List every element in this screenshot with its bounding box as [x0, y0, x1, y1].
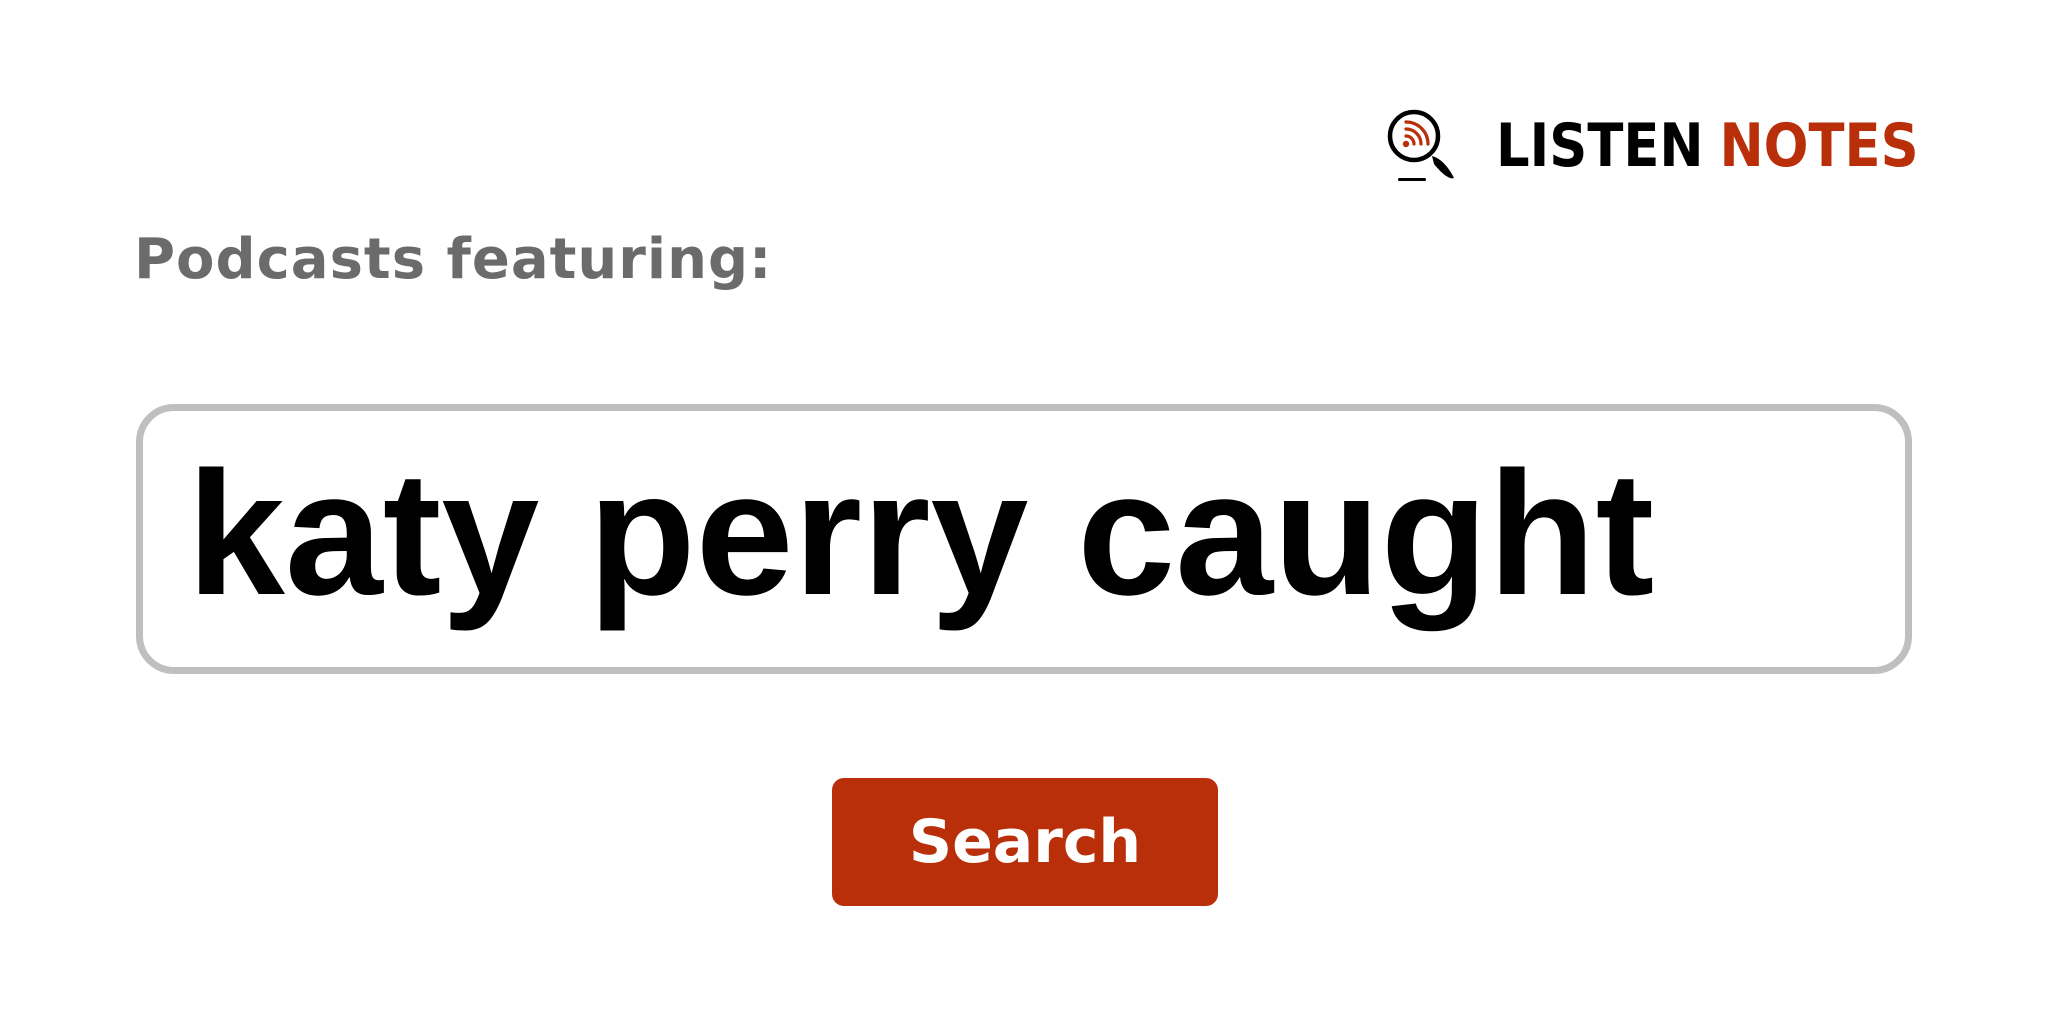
logo-wordmark: LISTEN NOTES: [1496, 116, 1919, 176]
listen-notes-logo: LISTEN NOTES: [1384, 106, 1976, 186]
logo-text-listen: LISTEN: [1496, 111, 1704, 181]
search-query-text: katy perry caught: [187, 436, 1655, 632]
search-query-box[interactable]: katy perry caught: [136, 404, 1912, 674]
search-button[interactable]: Search: [832, 778, 1218, 906]
logo-text-notes: NOTES: [1719, 111, 1919, 181]
podcast-magnifier-icon: [1387, 109, 1454, 181]
page-subtitle: Podcasts featuring:: [134, 227, 773, 292]
